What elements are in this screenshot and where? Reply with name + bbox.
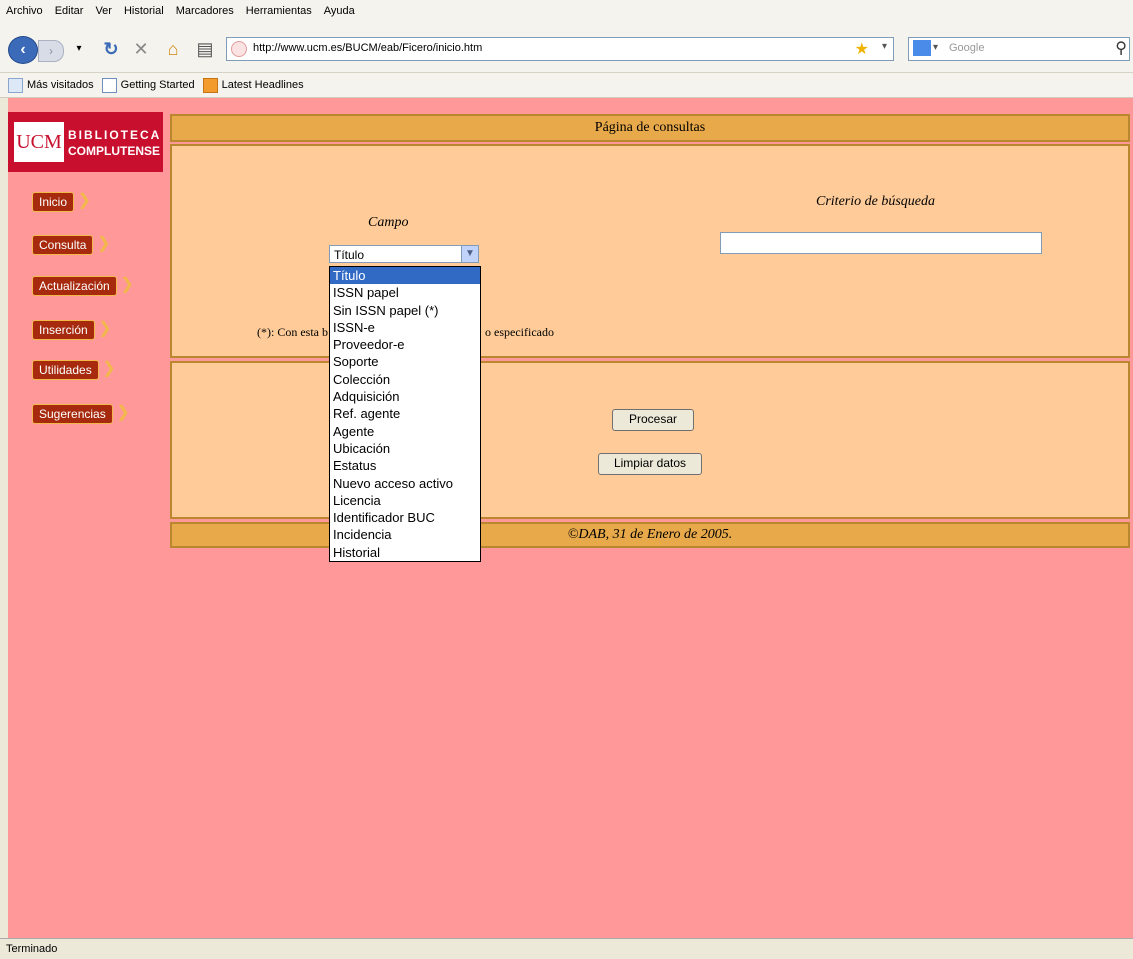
menu-ayuda[interactable]: Ayuda: [318, 5, 361, 17]
nav-inicio[interactable]: Inicio ❯: [32, 192, 91, 212]
note-text-right: o especificado: [485, 325, 554, 339]
dropdown-option[interactable]: Proveedor-e: [330, 336, 480, 353]
history-dropdown-icon[interactable]: ▾: [68, 39, 90, 59]
chevron-right-icon: ❯: [120, 276, 134, 293]
chevron-right-icon: ❯: [96, 235, 111, 252]
dropdown-option[interactable]: Estatus: [330, 457, 480, 474]
address-bar[interactable]: http://www.ucm.es/BUCM/eab/Ficero/inicio…: [226, 37, 894, 61]
dropdown-option[interactable]: Colección: [330, 371, 480, 388]
navigation-toolbar: ‹ › ▾ ↻ ✕ ⌂ ▤ http://www.ucm.es/BUCM/eab…: [0, 22, 1133, 73]
bookmark-label: Más visitados: [27, 79, 94, 91]
limpiar-datos-button[interactable]: Limpiar datos: [598, 453, 702, 475]
engine-dropdown-icon[interactable]: ▾: [933, 42, 938, 53]
dropdown-option[interactable]: ISSN-e: [330, 319, 480, 336]
nav-label: Consulta: [39, 238, 87, 252]
url-text[interactable]: http://www.ucm.es/BUCM/eab/Ficero/inicio…: [253, 42, 482, 54]
dropdown-option[interactable]: Identificador BUC: [330, 509, 480, 526]
page-title: Página de consultas: [170, 114, 1130, 142]
menu-herramientas[interactable]: Herramientas: [240, 5, 318, 17]
chevron-right-icon: ❯: [77, 192, 92, 209]
reload-icon[interactable]: ↻: [100, 39, 122, 59]
criterio-input[interactable]: [720, 232, 1042, 254]
campo-dropdown-list[interactable]: Título ISSN papel Sin ISSN papel (*) ISS…: [329, 266, 481, 563]
chevron-right-icon: ❯: [98, 320, 112, 337]
nav-label: Inserción: [39, 323, 88, 337]
nav-label: Actualización: [39, 279, 110, 293]
dropdown-option[interactable]: Nuevo acceso activo: [330, 475, 480, 492]
dropdown-option[interactable]: Sin ISSN papel (*): [330, 302, 480, 319]
logo-ucm: UCM: [14, 122, 64, 162]
dropdown-option[interactable]: Título: [330, 267, 480, 285]
page-icon: [101, 77, 117, 93]
home-icon[interactable]: ⌂: [162, 39, 184, 59]
ucm-logo[interactable]: UCM BIBLIOTECA COMPLUTENSE: [8, 112, 163, 172]
page-footer: ©DAB, 31 de Enero de 2005.: [170, 522, 1130, 548]
actions-panel: [170, 361, 1130, 519]
status-bar: Terminado: [0, 938, 1133, 958]
procesar-button[interactable]: Procesar: [612, 409, 694, 431]
search-placeholder[interactable]: Google: [949, 42, 984, 54]
menu-ver[interactable]: Ver: [89, 5, 118, 17]
nav-sugerencias[interactable]: Sugerencias ❯: [32, 404, 130, 424]
site-favicon-icon: [231, 41, 247, 57]
dropdown-option[interactable]: Historial: [330, 544, 480, 561]
nav-actualizacion[interactable]: Actualización ❯: [32, 276, 134, 296]
campo-label: Campo: [368, 215, 409, 230]
campo-select[interactable]: Título ▼: [329, 245, 479, 263]
bookmark-folder-icon: [8, 77, 23, 93]
nav-label: Utilidades: [39, 363, 92, 377]
stop-icon[interactable]: ✕: [130, 39, 152, 59]
rss-icon: [202, 77, 218, 93]
nav-label: Sugerencias: [39, 407, 106, 421]
back-button[interactable]: ‹: [8, 36, 38, 64]
nav-insercion[interactable]: Inserción ❯: [32, 320, 112, 340]
menu-marcadores[interactable]: Marcadores: [170, 5, 240, 17]
dropdown-option[interactable]: Incidencia: [330, 526, 480, 543]
page-content: UCM BIBLIOTECA COMPLUTENSE Inicio ❯ Cons…: [8, 98, 1133, 938]
dropdown-option[interactable]: ISSN papel: [330, 284, 480, 301]
dropdown-option[interactable]: Ubicación: [330, 440, 480, 457]
bookmark-label: Latest Headlines: [221, 79, 304, 91]
bookmark-label: Getting Started: [120, 79, 195, 91]
dropdown-option[interactable]: Agente: [330, 423, 480, 440]
bookmark-latest-headlines[interactable]: Latest Headlines: [202, 77, 304, 93]
menu-bar: Archivo Editar Ver Historial Marcadores …: [0, 0, 1133, 22]
dropdown-option[interactable]: Soporte: [330, 353, 480, 370]
logo-line2: COMPLUTENSE: [68, 144, 161, 158]
nav-consulta[interactable]: Consulta ❯: [32, 235, 110, 255]
logo-line1: BIBLIOTECA: [68, 128, 162, 142]
chevron-right-icon: ❯: [102, 360, 116, 377]
note-text-left: (*): Con esta b: [257, 325, 328, 339]
dropdown-option[interactable]: Ref. agente: [330, 405, 480, 422]
bookmarks-toolbar: Más visitados Getting Started Latest Hea…: [0, 73, 1133, 98]
forward-button[interactable]: ›: [38, 40, 64, 62]
menu-editar[interactable]: Editar: [49, 5, 90, 17]
bookmark-mas-visitados[interactable]: Más visitados: [8, 77, 94, 93]
menu-historial[interactable]: Historial: [118, 5, 170, 17]
criterio-label: Criterio de búsqueda: [816, 194, 935, 209]
bookmark-getting-started[interactable]: Getting Started: [101, 77, 195, 93]
dropdown-option[interactable]: Licencia: [330, 492, 480, 509]
menu-archivo[interactable]: Archivo: [0, 5, 49, 17]
chevron-right-icon: ❯: [116, 404, 130, 421]
print-icon[interactable]: ▤: [194, 39, 216, 59]
search-bar[interactable]: ▾ Google ⚲: [908, 37, 1130, 61]
dropdown-option[interactable]: Adquisición: [330, 388, 480, 405]
url-dropdown-icon[interactable]: ▾: [882, 41, 887, 52]
chevron-down-icon[interactable]: ▼: [461, 246, 478, 262]
nav-utilidades[interactable]: Utilidades ❯: [32, 360, 116, 380]
campo-selected-value: Título: [334, 248, 365, 262]
nav-label: Inicio: [39, 195, 68, 209]
google-engine-icon[interactable]: [913, 40, 931, 56]
bookmark-star-icon[interactable]: ★: [855, 39, 869, 59]
search-icon[interactable]: ⚲: [1115, 38, 1127, 58]
